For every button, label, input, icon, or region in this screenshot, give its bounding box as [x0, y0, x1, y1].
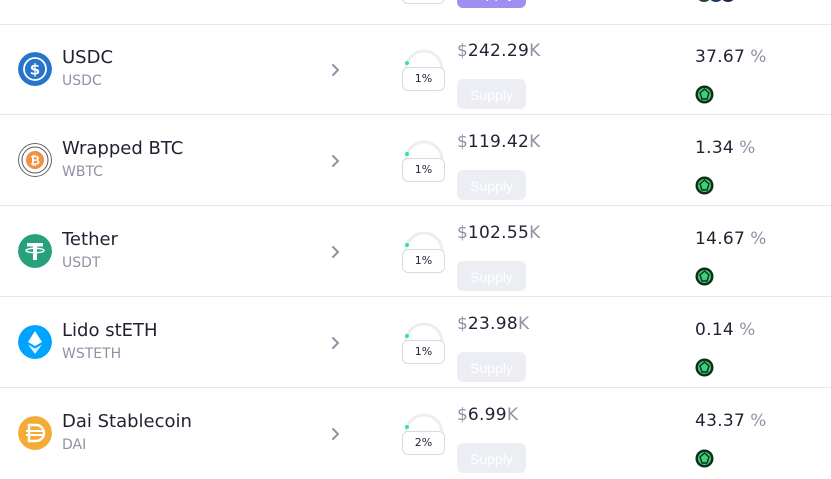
asset-name: Wrapped BTC [62, 138, 184, 159]
asset-symbol: WSTETH [62, 346, 122, 362]
apy-unit: % [739, 138, 756, 158]
apy-value: 14.67 % [695, 229, 766, 249]
apy-number: 43.37 [695, 411, 746, 431]
currency-symbol: $ [457, 405, 468, 425]
liquidity-unit: K [529, 132, 541, 152]
asset-row-usdt[interactable]: Tether USDT 1% $102.55K Supply 14.67 % [0, 207, 831, 297]
currency-symbol: $ [457, 314, 468, 334]
utilization-badge: 1% [402, 340, 445, 364]
asset-name: USDC [62, 47, 114, 68]
liquidity-unit: K [518, 314, 530, 334]
currency-symbol: $ [457, 41, 468, 61]
liquidity-value: $6.99K [457, 405, 518, 425]
supply-button[interactable]: Supply [457, 170, 526, 200]
liquidity-amount: 119.42 [467, 132, 530, 152]
reward-token-icon [695, 267, 714, 286]
chevron-right-icon[interactable] [328, 153, 342, 167]
apy-number: 14.67 [695, 229, 746, 249]
utilization-badge: 1% [402, 67, 445, 91]
utilization-badge: 2% [402, 431, 445, 455]
reward-token-icon [695, 85, 714, 104]
chevron-right-icon[interactable] [328, 62, 342, 76]
liquidity-value: $242.29K [457, 41, 540, 61]
asset-name: Tether [62, 229, 118, 250]
apy-number: 0.14 [695, 320, 735, 340]
partial-reward-icons [695, 0, 739, 3]
svg-text:₿: ₿ [30, 154, 40, 168]
partial-utilization-badge [402, 0, 445, 4]
apy-unit: % [750, 411, 767, 431]
chevron-right-icon[interactable] [328, 426, 342, 440]
liquidity-amount: 102.55 [467, 223, 530, 243]
liquidity-amount: 242.29 [467, 41, 530, 61]
apy-value: 43.37 % [695, 411, 766, 431]
dai-icon [18, 416, 52, 450]
lido-icon [18, 325, 52, 359]
currency-symbol: $ [457, 223, 468, 243]
partial-supply-button[interactable]: Supply [457, 0, 526, 8]
currency-symbol: $ [457, 132, 468, 152]
partial-asset-row: Supply [0, 0, 831, 25]
asset-symbol: WBTC [62, 164, 103, 180]
supply-button[interactable]: Supply [457, 79, 526, 109]
liquidity-unit: K [506, 405, 519, 425]
svg-text:$: $ [30, 61, 40, 79]
asset-row-usdc[interactable]: $ USDC USDC 1% $242.29K Supply 37.67 % [0, 25, 831, 115]
chevron-right-icon[interactable] [328, 335, 342, 349]
apy-unit: % [739, 320, 756, 340]
utilization-badge: 1% [402, 158, 445, 182]
apy-unit: % [750, 47, 767, 67]
liquidity-value: $119.42K [457, 132, 540, 152]
reward-token-icon [695, 449, 714, 468]
chevron-right-icon[interactable] [328, 244, 342, 258]
liquidity-unit: K [529, 41, 541, 61]
asset-row-dai[interactable]: Dai Stablecoin DAI 2% $6.99K Supply 43.3… [0, 389, 831, 479]
asset-symbol: USDC [62, 73, 102, 89]
supply-button[interactable]: Supply [457, 261, 526, 291]
tether-icon [18, 234, 52, 268]
apy-number: 37.67 [695, 47, 746, 67]
apy-number: 1.34 [695, 138, 735, 158]
liquidity-value: $23.98K [457, 314, 529, 334]
supply-button[interactable]: Supply [457, 352, 526, 382]
supply-button[interactable]: Supply [457, 443, 526, 473]
usdc-icon: $ [18, 52, 52, 86]
asset-row-wbtc[interactable]: ₿ Wrapped BTC WBTC 1% $119.42K Supply 1.… [0, 116, 831, 206]
apy-value: 37.67 % [695, 47, 766, 67]
asset-name: Lido stETH [62, 320, 158, 341]
asset-name: Dai Stablecoin [62, 411, 192, 432]
apy-unit: % [750, 229, 767, 249]
liquidity-value: $102.55K [457, 223, 540, 243]
apy-value: 0.14 % [695, 320, 755, 340]
utilization-badge: 1% [402, 249, 445, 273]
liquidity-unit: K [529, 223, 541, 243]
reward-token-icon [695, 176, 714, 195]
wbtc-icon: ₿ [18, 143, 52, 177]
liquidity-amount: 23.98 [467, 314, 518, 334]
reward-token-icon [695, 358, 714, 377]
liquidity-amount: 6.99 [467, 405, 507, 425]
asset-symbol: USDT [62, 255, 101, 271]
asset-symbol: DAI [62, 437, 87, 453]
asset-row-wsteth[interactable]: Lido stETH WSTETH 1% $23.98K Supply 0.14… [0, 298, 831, 388]
apy-value: 1.34 % [695, 138, 755, 158]
